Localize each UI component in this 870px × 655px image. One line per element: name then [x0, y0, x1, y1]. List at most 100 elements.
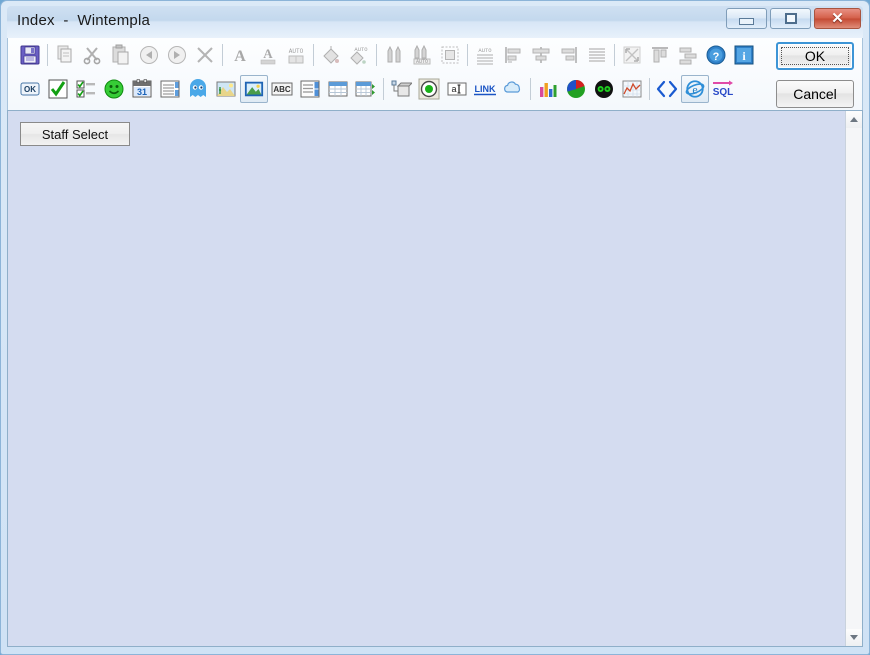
dialog-buttons: OK Cancel — [776, 42, 854, 108]
browser-control-button[interactable]: e — [681, 75, 709, 103]
ok-control-button[interactable]: OK — [16, 75, 44, 103]
align-top-button[interactable] — [646, 41, 674, 69]
pen-button[interactable] — [380, 41, 408, 69]
toolbar-separator — [527, 77, 534, 101]
align-justify-button[interactable] — [583, 41, 611, 69]
align-auto-button[interactable]: AUTO — [471, 41, 499, 69]
grid-icon — [328, 81, 348, 97]
radio-button-icon — [418, 78, 440, 100]
scroll-down-button[interactable] — [846, 629, 862, 646]
svg-text:AUTO: AUTO — [478, 47, 492, 54]
close-button[interactable]: ✕ — [814, 8, 861, 29]
design-canvas[interactable]: Staff Select — [8, 111, 845, 646]
align-top-icon — [652, 47, 668, 63]
grid-add-control-button[interactable] — [352, 75, 380, 103]
distribute-button[interactable] — [674, 41, 702, 69]
align-left-button[interactable] — [499, 41, 527, 69]
svg-text:A: A — [263, 46, 273, 61]
goggles-control-button[interactable] — [590, 75, 618, 103]
toolbar-separator — [464, 43, 471, 67]
redo-button[interactable] — [163, 41, 191, 69]
vertical-scrollbar[interactable] — [845, 111, 862, 646]
scroll-up-button[interactable] — [846, 111, 862, 128]
copy-icon — [57, 45, 72, 63]
paste-button[interactable] — [107, 41, 135, 69]
text-input-icon: a — [447, 82, 467, 96]
grid-control-button[interactable] — [324, 75, 352, 103]
fill-bucket-button[interactable] — [317, 41, 345, 69]
maximize-button[interactable] — [770, 8, 811, 29]
pen-auto-icon: AUTO — [413, 44, 431, 65]
pen-auto-button[interactable]: AUTO — [408, 41, 436, 69]
scroll-down-icon — [850, 635, 858, 640]
calendar-icon: 31 — [132, 79, 152, 98]
undo-button[interactable] — [135, 41, 163, 69]
client-area: Staff Select — [7, 110, 863, 647]
cloud-icon — [504, 81, 521, 93]
align-center-button[interactable] — [527, 41, 555, 69]
cut-button[interactable] — [79, 41, 107, 69]
cut-icon — [83, 47, 101, 65]
copy-button[interactable] — [51, 41, 79, 69]
checklist-control-button[interactable] — [72, 75, 100, 103]
code-control-button[interactable] — [653, 75, 681, 103]
code-brackets-icon — [656, 80, 678, 98]
ghost-control-button[interactable] — [184, 75, 212, 103]
save-icon — [20, 45, 40, 65]
svg-text:LINK: LINK — [475, 84, 496, 94]
help-button[interactable]: ? — [702, 41, 730, 69]
ghost-icon — [190, 79, 206, 97]
pie-chart-control-button[interactable] — [562, 75, 590, 103]
ok-button[interactable]: OK — [776, 42, 854, 70]
checkbox-control-button[interactable] — [44, 75, 72, 103]
link-control-button[interactable]: LINK — [471, 75, 499, 103]
calendar-control-button[interactable]: 31 — [128, 75, 156, 103]
save-button[interactable] — [16, 41, 44, 69]
title-bar[interactable]: Index - Wintempla ✕ — [7, 6, 863, 38]
font-color-button[interactable]: A — [254, 41, 282, 69]
delete-button[interactable] — [191, 41, 219, 69]
svg-text:31: 31 — [137, 87, 147, 97]
resize-button[interactable] — [618, 41, 646, 69]
delete-x-icon — [197, 47, 213, 63]
abc-textbox-icon: ABC — [271, 82, 293, 96]
sql-control-button[interactable]: SQL — [709, 75, 737, 103]
font-auto-button[interactable]: AUTO — [282, 41, 310, 69]
font-button[interactable]: A — [226, 41, 254, 69]
maximize-icon — [784, 13, 797, 24]
bar-chart-control-button[interactable] — [534, 75, 562, 103]
image-frame-control-button[interactable] — [240, 75, 268, 103]
line-chart-icon — [622, 80, 642, 98]
minimize-button[interactable] — [726, 8, 767, 29]
align-right-button[interactable] — [555, 41, 583, 69]
svg-text:?: ? — [713, 51, 720, 63]
sql-icon: SQL — [713, 80, 733, 98]
combobox-control-button[interactable] — [296, 75, 324, 103]
border-frame-button[interactable] — [436, 41, 464, 69]
info-button[interactable]: i — [730, 41, 758, 69]
cloud-control-button[interactable] — [499, 75, 527, 103]
smiley-control-button[interactable] — [100, 75, 128, 103]
svg-text:a: a — [451, 84, 456, 94]
object-node-control-button[interactable] — [387, 75, 415, 103]
font-auto-icon: AUTO — [288, 48, 304, 64]
font-bold-a-icon: A — [234, 48, 246, 65]
image-frame-icon — [244, 81, 264, 97]
align-left-icon — [505, 47, 521, 63]
scrollbar-track[interactable] — [846, 128, 862, 629]
radio-button-control-button[interactable] — [415, 75, 443, 103]
font-color-a-icon: A — [260, 46, 276, 65]
cancel-button[interactable]: Cancel — [776, 80, 854, 108]
staff-select-label: Staff Select — [41, 126, 109, 142]
line-chart-control-button[interactable] — [618, 75, 646, 103]
listbox-control-button[interactable] — [156, 75, 184, 103]
paste-icon — [112, 44, 129, 65]
picture-control-button[interactable] — [212, 75, 240, 103]
ok-button-icon: OK — [20, 82, 40, 96]
text-input-control-button[interactable]: a — [443, 75, 471, 103]
staff-select-button[interactable]: Staff Select — [20, 122, 130, 146]
pie-chart-icon — [567, 79, 585, 98]
toolbar-separator — [373, 43, 380, 67]
abc-textbox-control-button[interactable]: ABC — [268, 75, 296, 103]
fill-auto-button[interactable]: AUTO — [345, 41, 373, 69]
